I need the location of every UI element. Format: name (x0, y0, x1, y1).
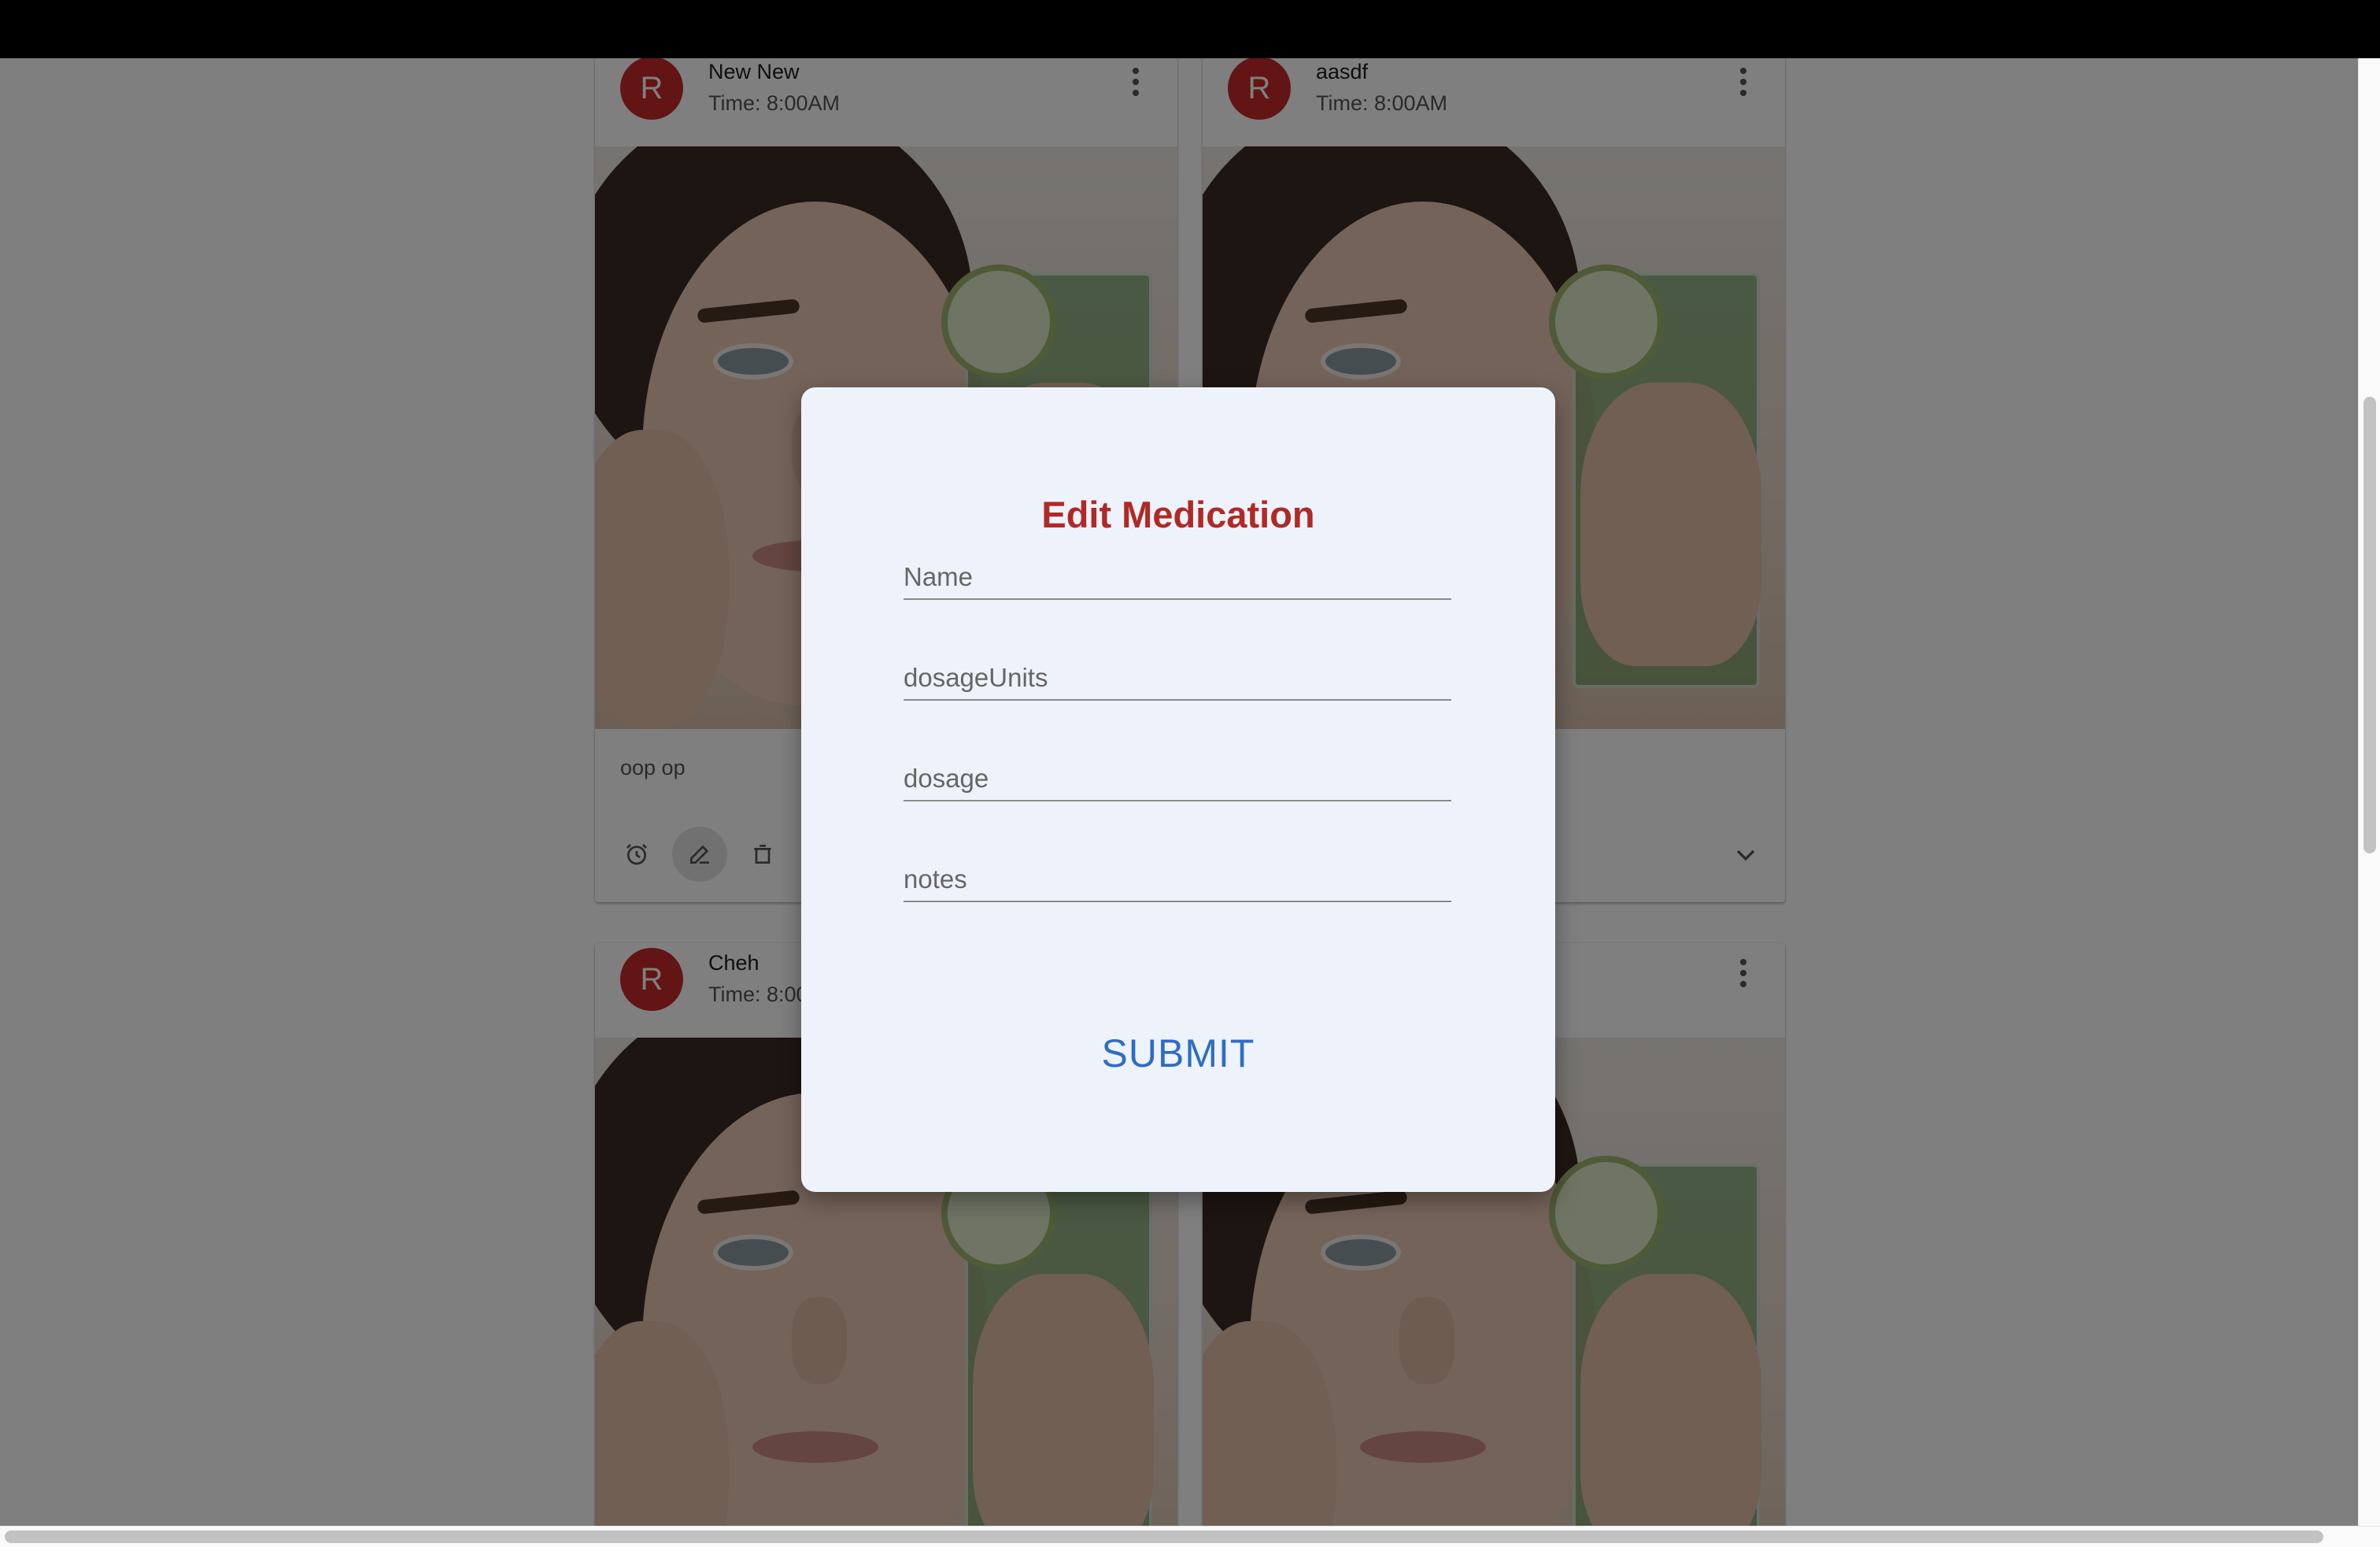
edit-medication-dialog: Edit Medication SUBMIT (801, 387, 1555, 1192)
horizontal-scrollbar[interactable] (0, 1526, 2380, 1547)
name-input[interactable] (904, 562, 1451, 592)
submit-button[interactable]: SUBMIT (1060, 1022, 1296, 1085)
dosage-field[interactable] (904, 731, 1451, 801)
name-field[interactable] (904, 529, 1451, 600)
notes-input[interactable] (904, 864, 1451, 894)
notes-field[interactable] (904, 831, 1451, 902)
dosage-units-input[interactable] (904, 663, 1451, 693)
scrollbar-thumb[interactable] (2363, 397, 2376, 853)
vertical-scrollbar[interactable] (2358, 58, 2380, 1526)
dosage-input[interactable] (904, 764, 1451, 794)
dosage-units-field[interactable] (904, 630, 1451, 701)
scrollbar-thumb[interactable] (5, 1530, 2323, 1543)
browser-top-bar (0, 0, 2380, 58)
